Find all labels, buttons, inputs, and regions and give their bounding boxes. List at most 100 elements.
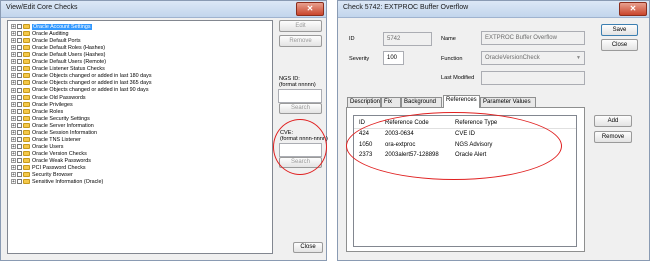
expand-icon[interactable]: +: [11, 143, 16, 149]
tree-item[interactable]: + Oracle Auditing: [11, 31, 69, 38]
ngs-search-button[interactable]: Search: [279, 103, 322, 114]
tab-references[interactable]: References: [443, 95, 480, 108]
expand-icon[interactable]: +: [11, 136, 16, 142]
tree-item[interactable]: + Oracle Old Passwords: [11, 95, 86, 102]
core-checks-titlebar: View/Edit Core Checks ✕: [1, 1, 326, 18]
expand-icon[interactable]: +: [11, 31, 16, 37]
tree-item[interactable]: + Oracle Security Settings: [11, 116, 90, 123]
expand-icon[interactable]: +: [11, 150, 16, 156]
checkbox[interactable]: [17, 52, 22, 58]
expand-icon[interactable]: +: [11, 80, 16, 86]
checkbox[interactable]: [17, 87, 22, 93]
expand-icon[interactable]: +: [11, 24, 16, 30]
checkbox[interactable]: [17, 45, 22, 51]
severity-field[interactable]: 100: [383, 51, 404, 65]
expand-icon[interactable]: +: [11, 158, 16, 164]
expand-icon[interactable]: +: [11, 94, 16, 100]
save-button[interactable]: Save: [601, 24, 638, 36]
tree-item[interactable]: + Oracle Default Users (Remote): [11, 59, 106, 66]
tree-item[interactable]: + Oracle Objects changed or added in last…: [11, 87, 149, 94]
tree-item[interactable]: + Oracle Account Settings: [11, 24, 92, 31]
tree-item[interactable]: + Oracle Objects changed or added in last…: [11, 80, 152, 87]
checkbox[interactable]: [17, 172, 22, 178]
tab-fix[interactable]: Fix: [381, 97, 401, 107]
checkbox[interactable]: [17, 115, 22, 121]
column-header-reference-code[interactable]: Reference Code: [385, 120, 429, 126]
checkbox[interactable]: [17, 158, 22, 164]
checkbox[interactable]: [17, 24, 22, 30]
expand-icon[interactable]: +: [11, 66, 16, 72]
tab-parameter-values[interactable]: Parameter Values: [480, 97, 536, 107]
checkbox[interactable]: [17, 165, 22, 171]
tree-item[interactable]: + Oracle TNS Listener: [11, 137, 81, 144]
tab-description[interactable]: Description: [347, 97, 381, 107]
expand-icon[interactable]: +: [11, 101, 16, 107]
expand-icon[interactable]: +: [11, 45, 16, 51]
tree-item[interactable]: + Oracle Roles: [11, 109, 63, 116]
checkbox[interactable]: [17, 179, 22, 185]
folder-icon: [23, 179, 30, 185]
checkbox[interactable]: [17, 143, 22, 149]
expand-icon[interactable]: +: [11, 115, 16, 121]
tree-item[interactable]: + Oracle Default Users (Hashes): [11, 52, 105, 59]
checkbox[interactable]: [17, 59, 22, 65]
column-header-reference-type[interactable]: Reference Type: [455, 120, 497, 126]
check-details-close-icon[interactable]: ✕: [619, 2, 647, 16]
checkbox[interactable]: [17, 150, 22, 156]
checks-tree[interactable]: + Oracle Account Settings + Oracle Auditing…: [7, 20, 273, 254]
tree-item[interactable]: + Oracle Session Information: [11, 130, 97, 137]
checkbox[interactable]: [17, 38, 22, 44]
references-list[interactable]: ID Reference Code Reference Type 424 200…: [353, 115, 577, 247]
checkbox[interactable]: [17, 94, 22, 100]
expand-icon[interactable]: +: [11, 108, 16, 114]
tree-item[interactable]: + Oracle Default Roles (Hashes): [11, 45, 105, 52]
tab-background[interactable]: Background: [401, 97, 442, 107]
expand-icon[interactable]: +: [11, 129, 16, 135]
expand-icon[interactable]: +: [11, 172, 16, 178]
tree-item[interactable]: + Oracle Privileges: [11, 102, 73, 109]
id-field: 5742: [383, 32, 432, 46]
checkbox[interactable]: [17, 31, 22, 37]
edit-button[interactable]: Edit: [279, 20, 322, 32]
tree-item[interactable]: + Oracle Objects changed or added in last…: [11, 73, 152, 80]
cve-search-button[interactable]: Search: [279, 157, 322, 168]
core-checks-close-button[interactable]: Close: [293, 242, 323, 253]
ngs-id-input[interactable]: [278, 89, 322, 103]
cve-input[interactable]: [279, 143, 322, 157]
column-header-id[interactable]: ID: [359, 120, 365, 126]
tree-item[interactable]: + Oracle Server Information: [11, 123, 94, 130]
checkbox[interactable]: [17, 122, 22, 128]
tree-item[interactable]: + Security Browser: [11, 172, 73, 179]
tree-item-label: Sensitive Information (Oracle): [32, 179, 104, 186]
remove-button[interactable]: Remove: [279, 35, 322, 47]
tree-item[interactable]: + Oracle Weak Passwords: [11, 158, 91, 165]
tree-item-label: Oracle Objects changed or added in last …: [32, 87, 149, 94]
checkbox[interactable]: [17, 129, 22, 135]
expand-icon[interactable]: +: [11, 87, 16, 93]
check-close-button[interactable]: Close: [601, 39, 638, 51]
expand-icon[interactable]: +: [11, 122, 16, 128]
tree-item[interactable]: + Sensitive Information (Oracle): [11, 179, 103, 186]
tree-item[interactable]: + Oracle Listener Status Checks: [11, 66, 105, 73]
checkbox[interactable]: [17, 108, 22, 114]
tree-item[interactable]: + Oracle Version Checks: [11, 151, 87, 158]
remove-reference-button[interactable]: Remove: [594, 131, 632, 143]
core-checks-close-icon[interactable]: ✕: [296, 2, 324, 16]
checkbox[interactable]: [17, 101, 22, 107]
expand-icon[interactable]: +: [11, 165, 16, 171]
function-select[interactable]: OracleVersionCheck ▼: [481, 51, 585, 65]
checkbox[interactable]: [17, 73, 22, 79]
expand-icon[interactable]: +: [11, 73, 16, 79]
tree-item[interactable]: + Oracle Default Ports: [11, 38, 81, 45]
expand-icon[interactable]: +: [11, 179, 16, 185]
tree-item[interactable]: + PCI Password Checks: [11, 165, 86, 172]
checkbox[interactable]: [17, 80, 22, 86]
expand-icon[interactable]: +: [11, 38, 16, 44]
row-reference-type: Oracle Alert: [455, 152, 487, 158]
expand-icon[interactable]: +: [11, 59, 16, 65]
tree-item[interactable]: + Oracle Users: [11, 144, 63, 151]
add-reference-button[interactable]: Add: [594, 115, 632, 127]
checkbox[interactable]: [17, 136, 22, 142]
checkbox[interactable]: [17, 66, 22, 72]
expand-icon[interactable]: +: [11, 52, 16, 58]
